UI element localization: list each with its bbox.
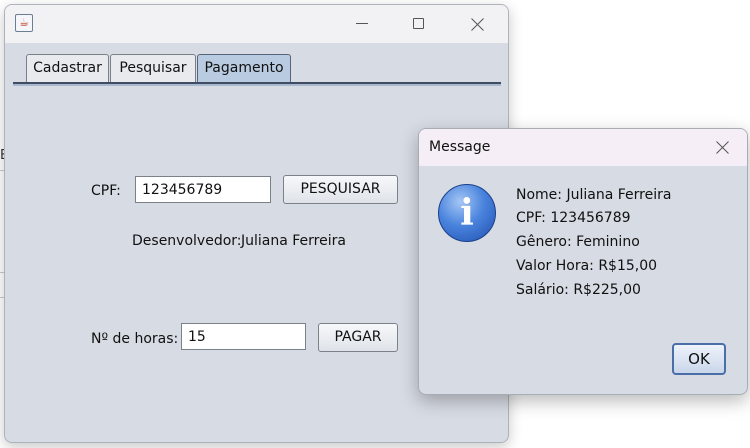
minimize-button[interactable] <box>340 11 384 37</box>
message-cpf-line: CPF: 123456789 <box>516 210 631 226</box>
message-rate-line: Valor Hora: R$15,00 <box>516 258 658 274</box>
message-gender-line: Gênero: Feminino <box>516 234 640 250</box>
title-bar: ☕ <box>5 5 508 43</box>
message-salary-line: Salário: R$225,00 <box>516 282 641 298</box>
message-name-line: Nome: Juliana Ferreira <box>516 187 672 203</box>
maximize-icon <box>413 18 424 29</box>
tab-pesquisar[interactable]: Pesquisar <box>110 54 196 82</box>
hours-input[interactable] <box>181 323 306 350</box>
tab-cadastrar[interactable]: Cadastrar <box>26 54 109 82</box>
dialog-close-button[interactable] <box>708 136 738 160</box>
java-cup-icon: ☕ <box>15 14 33 32</box>
developer-name: Juliana Ferreira <box>241 233 346 249</box>
close-icon <box>716 141 729 154</box>
message-dialog: Message i Nome: Juliana Ferreira CPF: 12… <box>418 128 748 395</box>
close-button[interactable] <box>456 11 500 37</box>
hours-label: Nº de horas: <box>91 331 179 347</box>
maximize-button[interactable] <box>396 11 440 37</box>
ok-button[interactable]: OK <box>672 343 726 375</box>
cpf-input[interactable] <box>135 176 271 203</box>
close-icon <box>471 18 484 31</box>
cpf-label: CPF: <box>91 183 121 199</box>
pay-button[interactable]: PAGAR <box>318 323 398 352</box>
tab-divider-highlight <box>13 84 501 86</box>
dialog-title-bar: Message <box>419 129 747 166</box>
search-button[interactable]: PESQUISAR <box>283 175 398 204</box>
tab-pagamento[interactable]: Pagamento <box>197 54 291 82</box>
dialog-title: Message <box>429 139 491 155</box>
information-icon: i <box>438 184 496 242</box>
minimize-icon <box>356 23 368 24</box>
developer-label: Desenvolvedor: <box>132 233 242 249</box>
